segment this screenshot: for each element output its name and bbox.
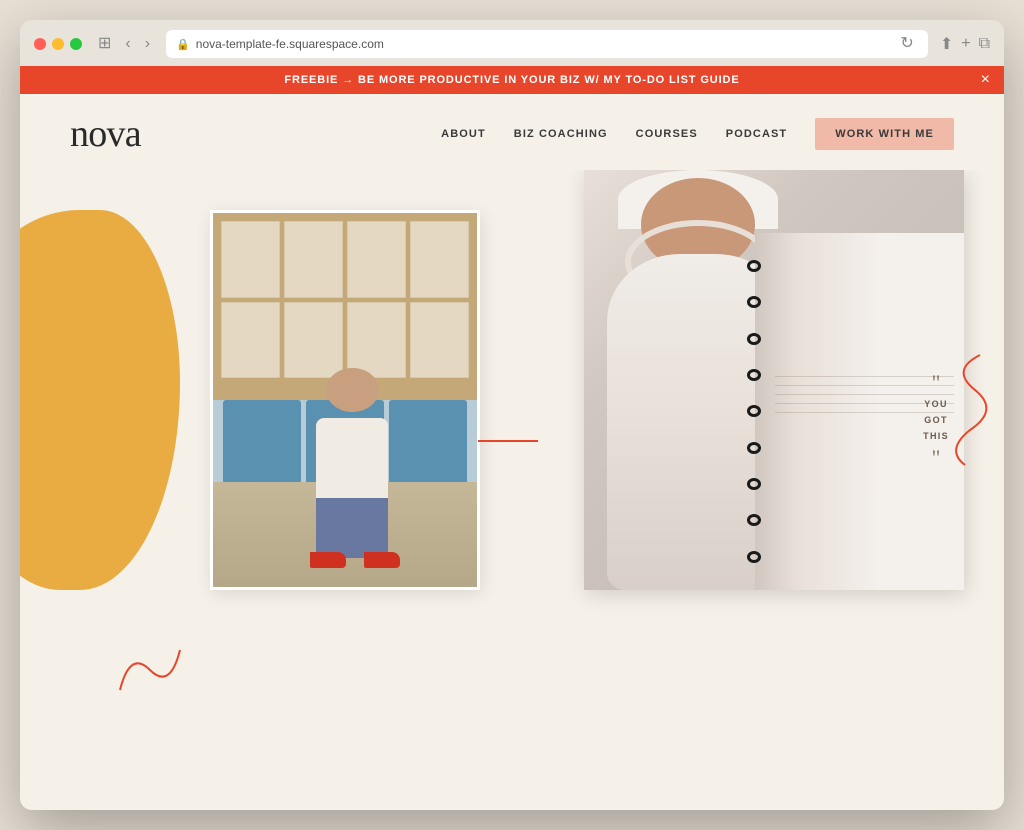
site-header: nova ABOUT BIZ COACHING COURSES PODCAST … bbox=[20, 94, 1004, 170]
sidebar-toggle-button[interactable]: ⊞ bbox=[94, 34, 115, 54]
photo-art-right bbox=[584, 170, 964, 590]
traffic-lights bbox=[34, 38, 82, 50]
promo-banner: FREEBIE → BE MORE PRODUCTIVE IN YOUR BIZ… bbox=[20, 66, 1004, 94]
photo-art-left bbox=[213, 213, 477, 587]
refresh-button[interactable]: ↻ bbox=[896, 34, 917, 54]
spiral-ring-5 bbox=[747, 405, 761, 417]
nav-podcast[interactable]: PODCAST bbox=[726, 128, 787, 140]
nav-buttons: ⊞ ‹ › bbox=[94, 34, 154, 54]
url-text: nova-template-fe.squarespace.com bbox=[196, 37, 384, 51]
squiggle-bottom-left-svg bbox=[110, 640, 190, 700]
browser-chrome: ⊞ ‹ › 🔒 nova-template-fe.squarespace.com… bbox=[20, 20, 1004, 66]
forward-button[interactable]: › bbox=[141, 34, 154, 54]
paper-5 bbox=[221, 302, 280, 379]
spiral-ring-4 bbox=[747, 369, 761, 381]
browser-actions: ⬆ + ⧉ bbox=[940, 34, 990, 54]
person-head bbox=[326, 368, 379, 412]
lock-icon: 🔒 bbox=[176, 38, 190, 51]
banner-text: FREEBIE → BE MORE PRODUCTIVE IN YOUR BIZ… bbox=[284, 74, 739, 86]
minimize-button[interactable] bbox=[52, 38, 64, 50]
site-logo[interactable]: nova bbox=[70, 112, 141, 156]
spiral-ring-2 bbox=[747, 296, 761, 308]
orange-blob-decoration bbox=[20, 210, 180, 590]
spiral-ring-6 bbox=[747, 442, 761, 454]
spiral-ring-3 bbox=[747, 333, 761, 345]
maximize-button[interactable] bbox=[70, 38, 82, 50]
work-with-me-button[interactable]: WORK WITH ME bbox=[815, 118, 954, 150]
share-button[interactable]: ⬆ bbox=[940, 34, 953, 54]
browser-window: ⊞ ‹ › 🔒 nova-template-fe.squarespace.com… bbox=[20, 20, 1004, 810]
person-right-shoe bbox=[364, 552, 400, 568]
close-button[interactable] bbox=[34, 38, 46, 50]
bulletin-papers bbox=[221, 221, 469, 378]
spiral-ring-7 bbox=[747, 478, 761, 490]
paper-6 bbox=[284, 302, 343, 379]
paper-1 bbox=[221, 221, 280, 298]
website: FREEBIE → BE MORE PRODUCTIVE IN YOUR BIZ… bbox=[20, 66, 1004, 810]
person-left-shoe bbox=[310, 552, 346, 568]
nav-biz-coaching[interactable]: BIZ COACHING bbox=[514, 128, 608, 140]
person-shirt bbox=[316, 418, 388, 508]
copy-button[interactable]: ⧉ bbox=[979, 35, 990, 53]
paper-2 bbox=[284, 221, 343, 298]
red-connecting-line bbox=[478, 440, 538, 442]
nav-about[interactable]: ABOUT bbox=[441, 128, 486, 140]
chair-left bbox=[223, 400, 301, 482]
person-jeans bbox=[316, 498, 388, 558]
site-main: " YOU GOT THIS " bbox=[20, 170, 1004, 810]
nav-courses[interactable]: COURSES bbox=[636, 128, 698, 140]
back-button[interactable]: ‹ bbox=[121, 34, 134, 54]
spiral-ring-8 bbox=[747, 514, 761, 526]
address-bar[interactable]: 🔒 nova-template-fe.squarespace.com ↻ bbox=[166, 30, 928, 58]
paper-3 bbox=[347, 221, 406, 298]
notebook-spiral bbox=[747, 233, 763, 590]
paper-8 bbox=[410, 302, 469, 379]
spiral-ring-1 bbox=[747, 260, 761, 272]
paper-4 bbox=[410, 221, 469, 298]
banner-close-button[interactable]: × bbox=[981, 72, 990, 88]
site-nav: ABOUT BIZ COACHING COURSES PODCAST WORK … bbox=[441, 118, 954, 150]
photo-woman-waiting-room bbox=[210, 210, 480, 590]
spiral-ring-9 bbox=[747, 551, 761, 563]
squiggle-right-svg bbox=[940, 350, 990, 470]
photo-woman-notebook bbox=[584, 170, 964, 590]
paper-7 bbox=[347, 302, 406, 379]
person-figure bbox=[292, 368, 412, 568]
new-tab-button[interactable]: + bbox=[961, 35, 970, 53]
